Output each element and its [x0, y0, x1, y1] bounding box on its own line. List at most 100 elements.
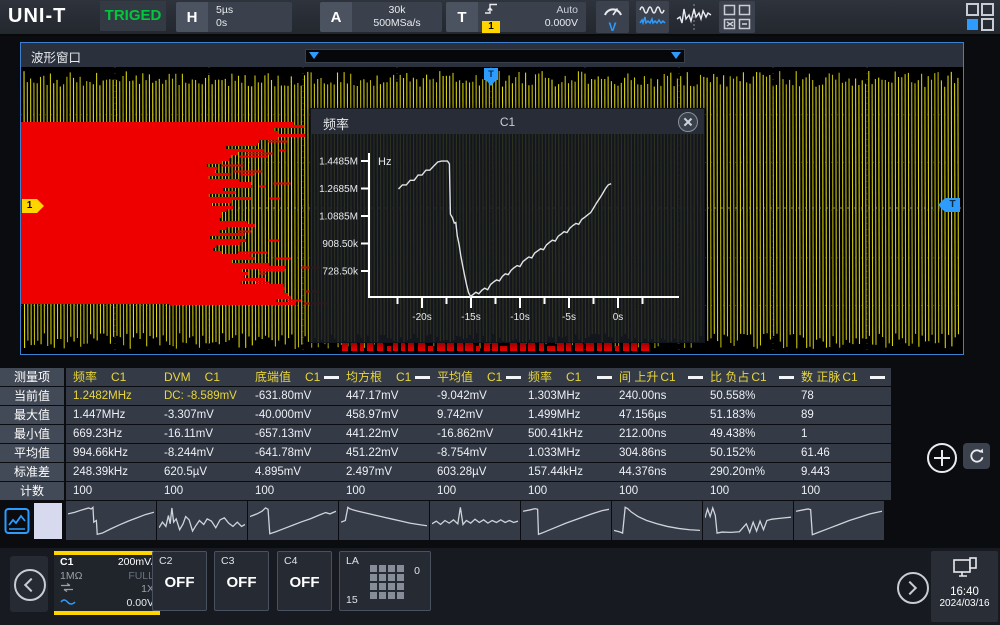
add-measurement-button[interactable] — [927, 443, 957, 473]
measurement-value: 500.41kHz — [521, 425, 618, 443]
event-tick — [408, 343, 414, 351]
acquire-settings-button[interactable]: A 30k 500MSa/s — [320, 2, 442, 32]
measurement-value: -8.754mV — [430, 444, 527, 462]
event-tick — [401, 343, 405, 351]
c1-impedance: 1MΩ — [60, 570, 82, 584]
measurement-value: 458.97mV — [339, 406, 436, 424]
measurement-value: 994.66kHz — [66, 444, 163, 462]
measurement-column-header[interactable]: 频率C1 — [66, 368, 163, 386]
row-label: 标准差 — [0, 463, 64, 481]
channel-c3-card[interactable]: C3 OFF — [214, 551, 269, 611]
event-tick — [539, 343, 544, 351]
measurement-value: 447.17mV — [339, 387, 436, 405]
trigger-position-marker[interactable]: T — [484, 68, 498, 80]
event-tick — [566, 343, 571, 351]
trend-line-indicator-icon — [597, 376, 612, 379]
scroll-right-marker-icon[interactable] — [671, 52, 681, 59]
measurement-value: 100 — [612, 482, 709, 500]
trend-chart: 1.4485M1.2685M1.0885M908.50k728.50kHz-20… — [311, 134, 704, 342]
channel-c2-card[interactable]: C2 OFF — [152, 551, 207, 611]
measurement-column-header[interactable]: 底端值C1 — [248, 368, 345, 386]
measurement-value: -8.244mV — [157, 444, 254, 462]
measurement-trend-popup: 频率 C1 1.4485M1.2685M1.0885M908.50k728.50… — [310, 108, 705, 343]
event-tick — [615, 346, 619, 351]
anomaly-waveform-icon[interactable] — [674, 1, 714, 33]
mask-test-icon[interactable] — [719, 1, 755, 33]
event-tick — [557, 343, 564, 351]
measurement-sparkline — [66, 501, 156, 540]
measurement-column-header[interactable]: 频率C1 — [521, 368, 618, 386]
row-label: 计数 — [0, 482, 64, 500]
measurement-column-header[interactable]: DVMC1 — [157, 368, 254, 386]
waveform-window-header: 波形窗口 — [21, 43, 963, 67]
measurement-sparkline — [430, 501, 520, 540]
reset-statistics-button[interactable] — [963, 443, 990, 469]
la-label: LA — [346, 555, 359, 567]
svg-text:908.50k: 908.50k — [322, 239, 359, 250]
event-tick — [377, 343, 383, 351]
measurement-value: 1 — [794, 425, 891, 443]
measurement-column-header[interactable]: 间 上升C1 — [612, 368, 709, 386]
window-layout-icon[interactable] — [962, 1, 998, 33]
scroll-left-marker-icon[interactable] — [309, 52, 319, 59]
trigger-source-badge: 1 — [482, 21, 500, 33]
dvm-button[interactable]: V — [596, 1, 629, 33]
chevron-right-icon — [903, 581, 917, 595]
sample-rate: 500MSa/s — [352, 17, 442, 30]
c1-bandwidth: FULL — [128, 570, 154, 584]
measurement-value: 9.443 — [794, 463, 891, 481]
measurement-column-header[interactable]: 数 正脉C1 — [794, 368, 891, 386]
measurement-value: 669.23Hz — [66, 425, 163, 443]
measurement-value: -641.78mV — [248, 444, 345, 462]
measurement-value: 100 — [703, 482, 800, 500]
close-icon[interactable] — [678, 112, 698, 132]
svg-text:1.0885M: 1.0885M — [319, 212, 358, 223]
chevron-left-icon — [24, 578, 38, 592]
trend-chart-icon[interactable] — [4, 505, 30, 537]
panel-next-button[interactable] — [897, 572, 929, 604]
logic-analyzer-card[interactable]: LA 0 15 — [339, 551, 431, 611]
fft-button[interactable] — [636, 1, 669, 33]
channel-c1-card[interactable]: C1200mV/ 1MΩFULL 1X 0.00V — [54, 551, 160, 615]
event-tick — [360, 343, 364, 351]
measurement-value: 9.742mV — [430, 406, 527, 424]
event-tick — [631, 343, 637, 351]
event-tick — [492, 343, 498, 351]
system-clock-panel[interactable]: 16:40 2024/03/16 — [931, 551, 998, 622]
measurement-value: 50.558% — [703, 387, 800, 405]
measurement-column-header[interactable]: 平均值C1 — [430, 368, 527, 386]
measurement-column-header[interactable]: 均方根C1 — [339, 368, 436, 386]
panel-prev-button[interactable] — [10, 556, 48, 612]
event-tick — [510, 343, 517, 351]
measurement-value: 451.22mV — [339, 444, 436, 462]
table-page-indicator[interactable] — [34, 503, 62, 539]
popup-source-channel: C1 — [311, 115, 704, 129]
trigger-level-marker[interactable]: T — [945, 198, 960, 212]
c1-scale: 200mV/ — [118, 556, 154, 570]
channel1-level-marker[interactable]: 1 — [22, 199, 37, 213]
event-tick — [418, 343, 425, 351]
measurement-value: 1.303MHz — [521, 387, 618, 405]
measurement-value: 100 — [521, 482, 618, 500]
horizontal-position-scrollbar[interactable] — [305, 49, 685, 63]
measurement-value: 100 — [157, 482, 254, 500]
measurement-value: 157.44kHz — [521, 463, 618, 481]
event-tick — [393, 343, 398, 351]
timebase-offset: 0s — [216, 17, 233, 30]
c3-state: OFF — [215, 574, 268, 591]
channel-c4-card[interactable]: C4 OFF — [277, 551, 332, 611]
event-tick — [623, 343, 629, 351]
measurement-value: 304.86ns — [612, 444, 709, 462]
trend-line-indicator-icon — [324, 376, 339, 379]
horizontal-settings-button[interactable]: H 5µs 0s — [176, 2, 292, 32]
trend-line-indicator-icon — [779, 376, 794, 379]
la-low-index: 15 — [346, 594, 358, 606]
memory-depth: 30k — [352, 4, 442, 17]
la-channel-grid-icon — [370, 565, 404, 599]
trend-line-indicator-icon — [688, 376, 703, 379]
trigger-settings-button[interactable]: T 1 Auto 0.000V — [446, 2, 586, 32]
acquire-label: A — [320, 2, 352, 32]
row-label: 最小值 — [0, 425, 64, 443]
measurement-sparkline — [339, 501, 429, 540]
measurement-column-header[interactable]: 比 负占C1 — [703, 368, 800, 386]
